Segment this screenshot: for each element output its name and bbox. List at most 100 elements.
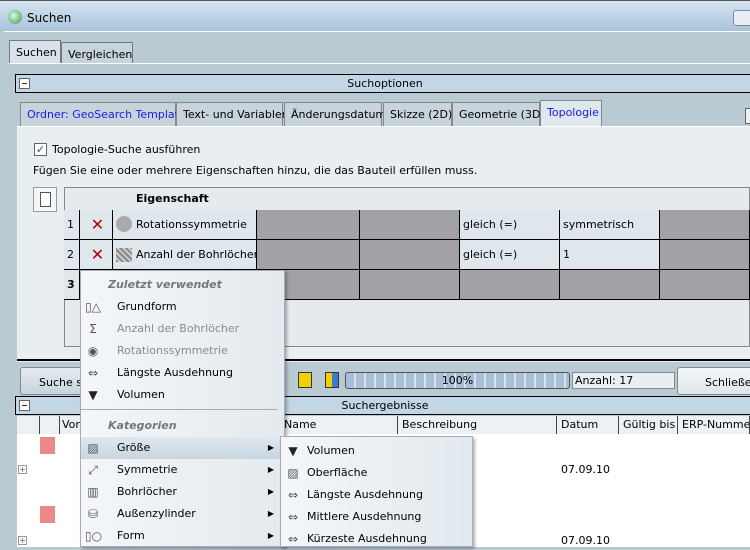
- submenu-item-oberflaeche[interactable]: ▨ Oberfläche: [281, 462, 472, 484]
- collapse-icon[interactable]: [19, 400, 30, 411]
- status-icon: [40, 506, 55, 523]
- menu-item-label: Volumen: [307, 444, 355, 457]
- menu-item-label: Grundform: [117, 300, 177, 313]
- hole-count-icon: [116, 248, 132, 262]
- grid-cell[interactable]: [660, 270, 750, 300]
- column-header-name[interactable]: Name: [280, 416, 398, 434]
- save-list-icon[interactable]: [325, 372, 339, 388]
- submenu-arrow-icon: ▶: [267, 487, 274, 496]
- submenu-item-laengste[interactable]: ⇔ Längste Ausdehnung: [281, 484, 472, 506]
- minimize-button[interactable]: [733, 10, 750, 26]
- operator-cell[interactable]: gleich (=): [460, 210, 560, 240]
- surface-icon: ▨: [287, 466, 299, 480]
- menu-separator: [81, 409, 277, 410]
- context-menu: Zuletzt verwendet ▯△ Grundform Σ Anzahl de…: [80, 270, 285, 547]
- menu-item-label: Symmetrie: [117, 463, 178, 476]
- tab-vergleichen[interactable]: Vergleichen: [61, 42, 133, 64]
- property-cell[interactable]: Anzahl der Bohrlöcher: [112, 240, 257, 270]
- menu-item-volumen[interactable]: ▼ Volumen: [81, 384, 284, 406]
- property-label: Rotationssymmetrie: [136, 218, 247, 231]
- size-icon: ▨: [87, 441, 99, 455]
- menu-item-label: Rotationssymmetrie: [117, 344, 228, 357]
- menu-item-grundform[interactable]: ▯△ Grundform: [81, 296, 284, 318]
- search-options-header[interactable]: Suchoptionen: [15, 74, 750, 93]
- menu-item-groesse[interactable]: ▨ Größe ▶: [81, 437, 284, 459]
- value-cell[interactable]: 1: [560, 240, 660, 270]
- menu-item-label: Längste Ausdehnung: [307, 488, 423, 501]
- hint-text: Fügen Sie eine oder mehrere Eigenschafte…: [33, 164, 478, 177]
- value-cell[interactable]: symmetrisch: [560, 210, 660, 240]
- progress-label: 100%: [441, 374, 474, 387]
- double-arrow-icon: ⇔: [287, 488, 299, 502]
- menu-item-anzahl-bohrloecher[interactable]: Σ Anzahl der Bohrlöcher: [81, 318, 284, 340]
- grid-cell[interactable]: [560, 270, 660, 300]
- column-header[interactable]: [17, 416, 40, 434]
- grid-cell[interactable]: [360, 210, 460, 240]
- menu-item-label: Bohrlöcher: [117, 485, 177, 498]
- volume-icon: ▼: [88, 388, 98, 402]
- window-title: Suchen: [27, 11, 72, 25]
- delete-row-icon[interactable]: ✕: [80, 210, 112, 240]
- topology-checkbox[interactable]: ✓: [34, 143, 47, 156]
- column-header[interactable]: [40, 416, 60, 434]
- save-icon[interactable]: [298, 372, 312, 388]
- menu-item-aussenzylinder[interactable]: ⛁ Außenzylinder ▶: [81, 503, 284, 525]
- tab-geometrie[interactable]: Geometrie (3D): [452, 102, 545, 126]
- result-count: Anzahl: 17: [572, 372, 675, 389]
- menu-item-label: Außenzylinder: [117, 507, 196, 520]
- grid-cell[interactable]: [660, 240, 750, 270]
- topology-checkbox-label: Topologie-Suche ausführen: [52, 143, 201, 156]
- expand-icon[interactable]: +: [18, 465, 27, 474]
- row-number: 2: [64, 240, 80, 270]
- column-header-datum[interactable]: Datum: [557, 416, 619, 434]
- expand-icon[interactable]: +: [18, 536, 27, 545]
- scroll-tabs-button[interactable]: [745, 108, 750, 124]
- menu-item-rotationssymmetrie[interactable]: ◉ Rotationssymmetrie: [81, 340, 284, 362]
- collapse-icon[interactable]: [19, 78, 30, 89]
- new-property-button[interactable]: [33, 187, 57, 212]
- menu-item-label: Kürzeste Ausdehnung: [307, 532, 427, 545]
- menu-item-symmetrie[interactable]: ⤢ Symmetrie ▶: [81, 459, 284, 481]
- grid-cell[interactable]: [360, 240, 460, 270]
- menu-item-label: Längste Ausdehnung: [117, 366, 233, 379]
- tab-suchen[interactable]: Suchen: [9, 40, 61, 64]
- grid-cell[interactable]: [257, 210, 360, 240]
- menu-item-laengste-ausdehnung[interactable]: ⇔ Längste Ausdehnung: [81, 362, 284, 384]
- rotation-symmetry-icon: [116, 216, 132, 232]
- operator-cell[interactable]: gleich (=): [460, 240, 560, 270]
- grid-cell[interactable]: [257, 240, 360, 270]
- column-header-beschreibung[interactable]: Beschreibung: [398, 416, 557, 434]
- tab-ordner[interactable]: Ordner: GeoSearch Template: [20, 102, 186, 126]
- tab-topologie[interactable]: Topologie: [540, 100, 602, 126]
- menu-item-label: Volumen: [117, 388, 165, 401]
- menu-header-recent: Zuletzt verwendet: [108, 278, 222, 291]
- menu-item-bohrloecher[interactable]: ▥ Bohrlöcher ▶: [81, 481, 284, 503]
- column-header-gueltig-bis[interactable]: Gültig bis: [619, 416, 678, 434]
- property-label: Anzahl der Bohrlöcher: [136, 248, 257, 261]
- tab-text-variablen[interactable]: Text- und Variablen: [176, 102, 289, 126]
- grid-header-eigenschaft: Eigenschaft: [136, 192, 209, 205]
- submenu-arrow-icon: ▶: [267, 531, 274, 540]
- divider: [9, 63, 750, 64]
- grid-cell[interactable]: [660, 210, 750, 240]
- volume-icon: ▼: [288, 444, 298, 458]
- menu-item-label: Oberfläche: [307, 466, 368, 479]
- submenu-item-volumen[interactable]: ▼ Volumen: [281, 440, 472, 462]
- shape-icon: ▯○: [85, 529, 103, 543]
- menu-item-label: Form: [117, 529, 145, 542]
- menu-header-categories: Kategorien: [108, 419, 177, 432]
- column-header-erp-nummer[interactable]: ERP-Nummer: [678, 416, 750, 434]
- tab-aenderungsdatum[interactable]: Änderungsdatum: [284, 102, 386, 126]
- delete-row-icon[interactable]: ✕: [80, 240, 112, 270]
- submenu-arrow-icon: ▶: [267, 509, 274, 518]
- submenu-item-mittlere[interactable]: ⇔ Mittlere Ausdehnung: [281, 506, 472, 528]
- double-arrow-icon: ⇔: [87, 366, 99, 380]
- property-cell[interactable]: Rotationssymmetrie: [112, 210, 257, 240]
- menu-item-label: Mittlere Ausdehnung: [307, 510, 422, 523]
- grid-cell[interactable]: [460, 270, 560, 300]
- menu-item-form[interactable]: ▯○ Form ▶: [81, 525, 284, 547]
- tab-skizze[interactable]: Skizze (2D): [383, 102, 452, 126]
- grid-cell[interactable]: [360, 270, 460, 300]
- close-button[interactable]: Schließen: [677, 367, 750, 395]
- holes-icon: ▥: [87, 485, 99, 499]
